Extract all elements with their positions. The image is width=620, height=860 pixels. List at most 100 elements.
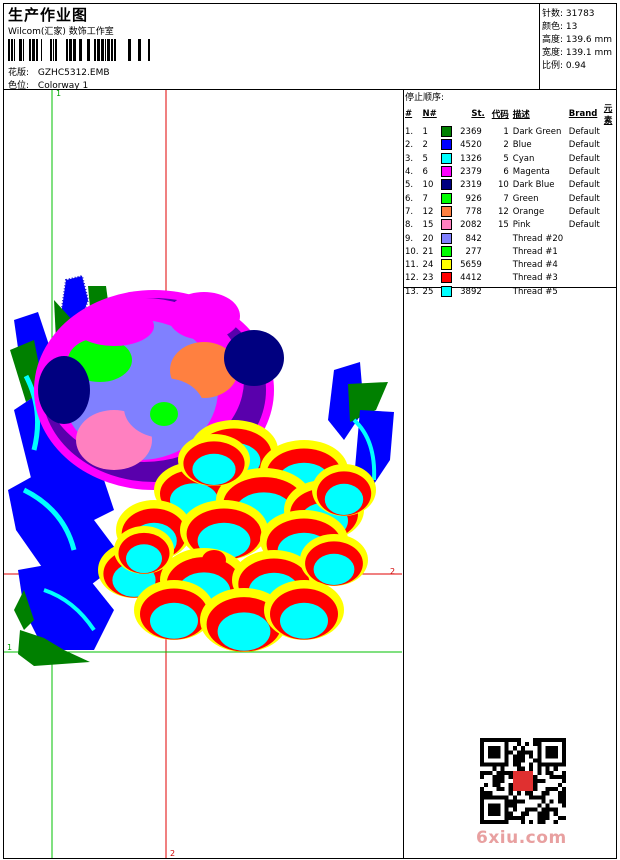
design-width: 宽度: 139.1 mm [542,48,613,58]
row-element [602,286,620,299]
table-row: 9. 20 842 Thread #20 [403,232,620,245]
row-needle: 24 [422,260,434,271]
row-needle: 23 [422,273,434,284]
table-row: 2. 2 4520 2 Blue Default [403,139,620,152]
scale: 比例: 0.94 [542,61,586,71]
row-code [487,232,511,245]
color-swatch [440,285,452,297]
row-stitches: 1326 [460,153,482,164]
row-description: Thread #5 [512,286,558,297]
row-needle: 25 [422,286,434,297]
color-count: 颜色: 13 [542,22,578,32]
row-code: 7 [503,193,509,204]
table-row: 4. 6 2379 6 Magenta Default [403,166,620,179]
color-swatch [440,152,452,164]
row-element [602,206,620,219]
row-brand: Default [568,193,600,204]
studio-subtitle: Wilcom(汇家) 数饰工作室 [8,27,114,37]
row-brand [567,246,602,259]
row-index: 13. [405,286,419,297]
row-code: 10 [497,180,509,191]
row-description: Dark Blue [512,180,555,191]
guide-label: 2 [170,849,175,858]
row-description: Thread #3 [512,273,558,284]
row-code [487,286,511,299]
row-code [487,259,511,272]
row-brand: Default [568,127,600,138]
row-element [602,139,620,152]
row-stitches: 277 [465,246,482,257]
thread-table: # N# St. 代码 描述 Brand 元素 1. 1 2369 1 Dark Gre… [403,102,620,299]
row-stitches: 3892 [460,286,482,297]
table-row: 1. 1 2369 1 Dark Green Default [403,126,620,139]
row-index: 5. [405,180,414,191]
table-row: 6. 7 926 7 Green Default [403,192,620,205]
guide-label: 1 [7,643,12,652]
row-index: 3. [405,153,414,164]
table-row: 3. 5 1326 5 Cyan Default [403,152,620,166]
row-stitches: 2319 [460,180,482,191]
row-index: 7. [405,206,414,217]
row-needle: 15 [422,220,434,231]
color-swatch [440,205,452,217]
table-row: 13. 25 3892 Thread #5 [403,285,620,299]
row-element [602,166,620,179]
row-description: Magenta [512,167,550,178]
row-stitches: 2369 [460,127,482,138]
color-swatch [440,126,452,138]
stats-panel: 针数: 31783 颜色: 13 高度: 139.6 mm 宽度: 139.1 … [539,4,618,89]
row-needle: 10 [422,180,434,191]
color-swatch [440,219,452,231]
row-needle: 5 [422,153,428,164]
row-element [602,246,620,259]
qr-code [480,738,566,824]
row-description: Blue [512,140,532,151]
row-brand: Default [568,180,600,191]
table-row: 7. 12 778 12 Orange Default [403,205,620,219]
row-needle: 21 [422,246,434,257]
row-element [602,232,620,245]
watermark: 6xiu.com [476,828,567,848]
row-element [602,179,620,192]
row-index: 4. [405,167,414,178]
row-stitches: 4520 [460,140,482,151]
row-description: Cyan [512,153,535,164]
row-stitches: 2379 [460,167,482,178]
design-name: 花版: GZHC5312.EMB [8,68,110,78]
row-index: 6. [405,193,414,204]
col-index: # [405,109,413,119]
col-stitches: St. [471,109,485,119]
guide-label: 1 [56,90,61,98]
row-code: 6 [503,167,509,178]
row-stitches: 5659 [460,260,482,271]
row-description: Thread #4 [512,260,558,271]
design-height: 高度: 139.6 mm [542,35,613,45]
color-swatch [440,139,452,151]
table-row: 12. 23 4412 Thread #3 [403,272,620,285]
color-swatch [440,259,452,271]
row-index: 9. [405,233,414,244]
row-stitches: 2082 [460,220,482,231]
row-stitches: 842 [465,233,482,244]
row-brand: Default [568,153,600,164]
row-code: 5 [503,153,509,164]
row-index: 2. [405,140,414,151]
embroidery-preview: 1 2 2 1 [4,90,402,858]
row-code: 1 [503,127,509,138]
row-description: Orange [512,206,545,217]
row-brand [567,259,602,272]
row-brand: Default [568,206,600,217]
col-needle: N# [422,109,437,119]
row-description: Thread #1 [512,246,558,257]
table-row: 10. 21 277 Thread #1 [403,245,620,259]
header-panel: 生产作业图 Wilcom(汇家) 数饰工作室 花版: GZHC5312.EMB … [4,4,539,91]
row-element [602,192,620,205]
row-description: Thread #20 [512,233,564,244]
table-header-row: # N# St. 代码 描述 Brand 元素 [403,102,620,126]
row-brand [567,232,602,245]
row-brand: Default [568,167,600,178]
row-needle: 7 [422,193,428,204]
row-needle: 2 [422,140,428,151]
row-stitches: 778 [465,206,482,217]
row-needle: 20 [422,233,434,244]
